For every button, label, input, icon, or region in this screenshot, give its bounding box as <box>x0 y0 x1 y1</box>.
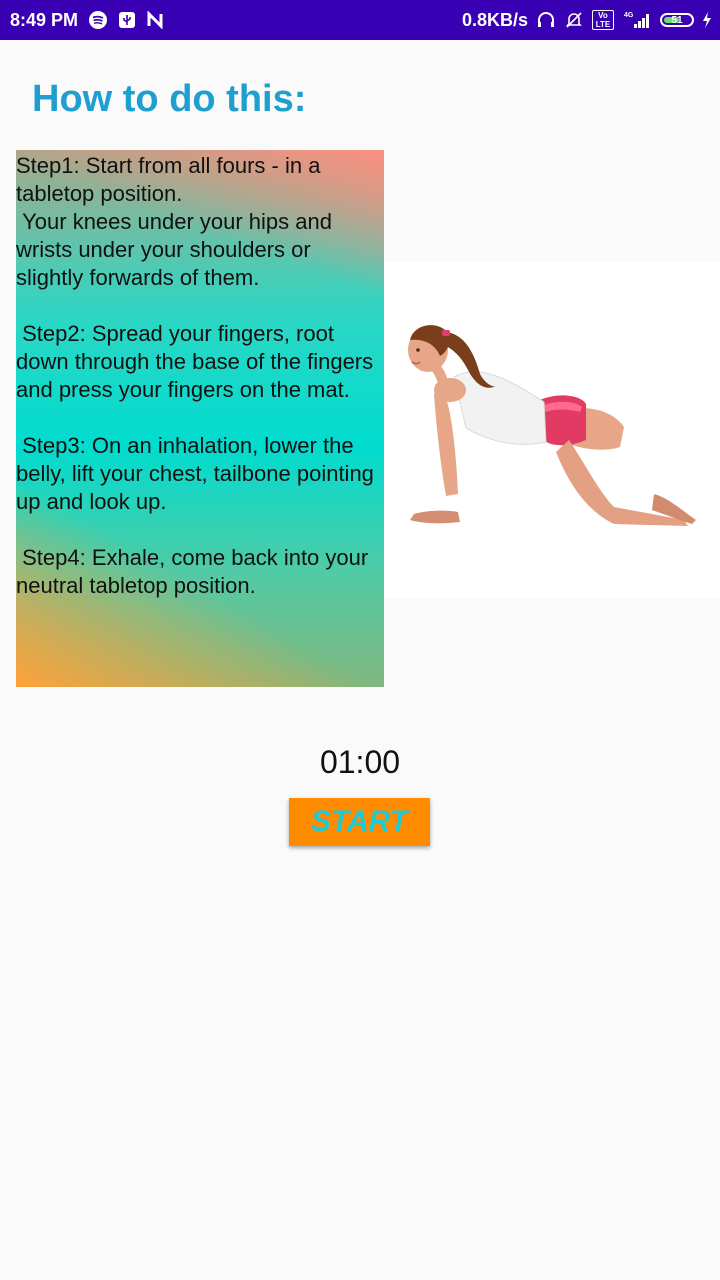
n-icon <box>146 11 164 29</box>
page-title: How to do this: <box>32 78 307 120</box>
headset-icon <box>536 10 556 30</box>
start-button[interactable]: START <box>289 798 430 846</box>
cow-pose-illustration <box>384 262 720 598</box>
mute-bell-icon <box>564 10 584 30</box>
timer-display: 01:00 <box>319 744 401 780</box>
battery-icon: 51 <box>660 13 694 27</box>
battery-level: 51 <box>671 14 683 26</box>
status-bar-right: 0.8KB/s Vo LTE 4G 51 <box>462 0 712 40</box>
svg-text:4G: 4G <box>624 12 634 19</box>
charging-icon <box>702 12 712 28</box>
volte-icon: Vo LTE <box>592 10 614 30</box>
usb-icon <box>118 11 136 29</box>
status-time: 8:49 PM <box>10 9 79 30</box>
signal-icon: 4G <box>622 10 652 30</box>
status-bar: 8:49 PM 0.8KB/s Vo LTE 4G 51 <box>0 0 720 40</box>
instructions-card: Step1: Start from all fours - in a table… <box>16 150 384 687</box>
status-bar-left: 8:49 PM <box>10 0 164 40</box>
network-speed: 0.8KB/s <box>461 9 528 30</box>
spotify-icon <box>88 10 108 30</box>
